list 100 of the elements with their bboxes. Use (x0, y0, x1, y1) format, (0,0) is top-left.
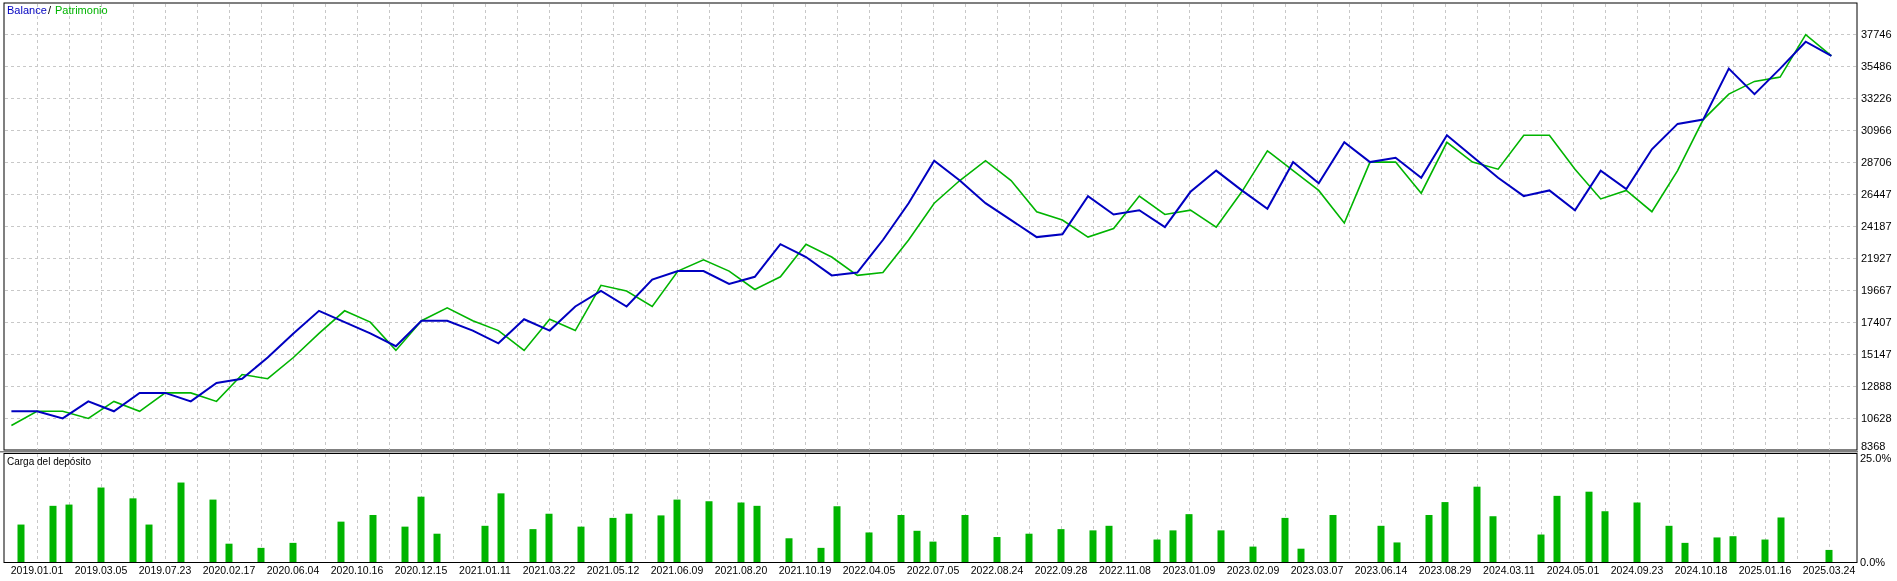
load-bar (1105, 525, 1113, 562)
load-bar (257, 547, 265, 562)
load-bar (817, 547, 825, 562)
load-bar (1665, 525, 1673, 562)
load-bar (1729, 536, 1737, 562)
load-bar (753, 505, 761, 562)
load-bar (785, 538, 793, 562)
load-bar (497, 493, 505, 562)
axis-label: 21927 (1861, 252, 1892, 264)
load-bar (209, 499, 217, 562)
load-bar (833, 506, 841, 562)
axis-label: 2022.07.05 (906, 564, 960, 576)
axis-label: 2020.06.04 (266, 564, 320, 576)
axis-label: 19667 (1861, 284, 1892, 296)
load-bar (129, 498, 137, 562)
load-bar (1057, 529, 1065, 562)
load-bar (625, 513, 633, 562)
axis-label: 2021.01.11 (459, 564, 511, 576)
load-bar (1825, 549, 1833, 562)
axis-label: 2022.04.05 (842, 564, 896, 576)
axis-label: 2020.10.16 (330, 564, 384, 576)
load-bar (225, 543, 233, 562)
load-bar (65, 504, 73, 562)
axis-label: 2019.07.23 (138, 564, 192, 576)
axis-label: 2021.10.19 (778, 564, 832, 576)
axis-label: 2023.06.14 (1354, 564, 1408, 576)
legend-separator: / (48, 4, 52, 16)
load-bar (1249, 546, 1257, 562)
load-bar (993, 537, 1001, 562)
load-bar (1281, 517, 1289, 562)
load-bar (1777, 517, 1785, 562)
load-bar (1377, 525, 1385, 562)
load-bar (1025, 533, 1033, 562)
load-bar (1761, 539, 1769, 562)
axis-label: 35486 (1861, 60, 1892, 72)
axis-label: 2023.03.07 (1290, 564, 1344, 576)
axis-label: 30966 (1861, 124, 1892, 136)
load-bar (401, 526, 409, 562)
axis-label: 12888 (1861, 380, 1892, 392)
load-bar (1601, 511, 1609, 562)
load-bar (337, 521, 345, 562)
axis-label: 2022.08.24 (970, 564, 1024, 576)
axis-label: 33226 (1861, 92, 1892, 104)
axis-label: 2020.02.17 (202, 564, 256, 576)
load-bar (1585, 491, 1593, 562)
load-bar (673, 499, 681, 562)
axis-label: 2021.05.12 (586, 564, 640, 576)
load-bar (1713, 537, 1721, 562)
axis-label: 2021.08.20 (714, 564, 768, 576)
load-bar (609, 517, 617, 562)
load-bar (1633, 502, 1641, 562)
load-bar (1425, 515, 1433, 562)
load-bar (545, 513, 553, 562)
load-bar (1489, 516, 1497, 562)
load-bar (145, 524, 153, 562)
load-bar (1297, 548, 1305, 562)
axis-label: 2021.06.09 (650, 564, 704, 576)
load-bar (1169, 530, 1177, 562)
axis-label: 2024.09.23 (1610, 564, 1664, 576)
axis-label: 8368 (1861, 440, 1886, 451)
axis-label: 2025.03.24 (1802, 564, 1856, 576)
load-bar (657, 515, 665, 562)
axis-label: 26447 (1861, 188, 1892, 200)
load-bar (865, 532, 873, 562)
load-bar (1393, 542, 1401, 562)
axis-label: 2021.03.22 (522, 564, 576, 576)
axis-label: 10628 (1861, 412, 1892, 424)
load-bar (529, 529, 537, 562)
load-bar (1089, 530, 1097, 562)
axis-label: 2025.01.16 (1738, 564, 1792, 576)
load-bar (705, 501, 713, 562)
legend-label: Balance (7, 4, 47, 16)
axis-label: 37746 (1861, 28, 1892, 40)
load-bar (1217, 530, 1225, 562)
axis-label: 2024.05.01 (1546, 564, 1600, 576)
axis-label: 24187 (1861, 220, 1892, 232)
load-bar (417, 496, 425, 562)
chart-title: Carga del depósito (7, 456, 91, 467)
axis-label: 15147 (1861, 348, 1892, 360)
axis-label: 2024.10.18 (1674, 564, 1728, 576)
axis-label: 2023.02.09 (1226, 564, 1280, 576)
load-bar (433, 533, 441, 562)
axis-label: 2022.09.28 (1034, 564, 1088, 576)
load-bar (1441, 502, 1449, 562)
load-bar (929, 541, 937, 562)
legend-label: Patrimonio (55, 4, 108, 16)
load-bar (481, 525, 489, 562)
load-bar (1329, 515, 1337, 562)
load-bar (17, 524, 25, 562)
axis-label: 0.0% (1860, 556, 1886, 568)
load-bar (1681, 542, 1689, 562)
axis-label: 2020.12.15 (394, 564, 448, 576)
axis-label: 17407 (1861, 316, 1892, 328)
load-bar (1537, 534, 1545, 562)
load-bar (897, 515, 905, 562)
axis-label: 2023.01.09 (1162, 564, 1216, 576)
load-bar (1153, 539, 1161, 562)
load-bar (913, 530, 921, 562)
axis-label: 28706 (1861, 156, 1892, 168)
load-bar (577, 526, 585, 562)
